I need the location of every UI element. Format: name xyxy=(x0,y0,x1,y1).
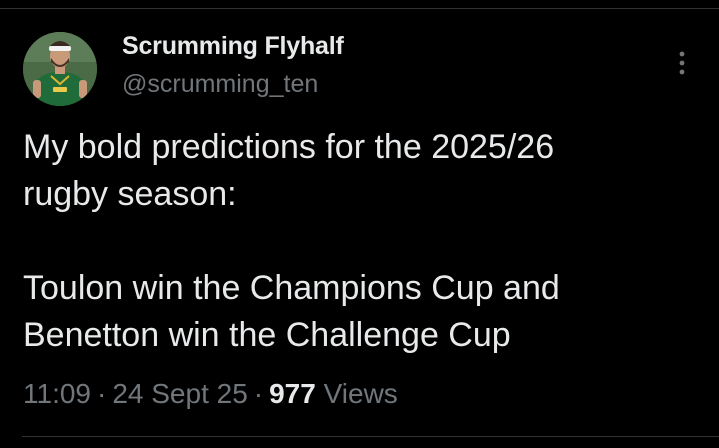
views-count[interactable]: 977 xyxy=(269,378,316,409)
tweet-line: Toulon win the Champions Cup and xyxy=(23,269,560,307)
tweet-line: My bold predictions for the 2025/26 xyxy=(23,128,555,166)
tweet-text: My bold predictions for the 2025/26 rugb… xyxy=(23,124,693,359)
author-handle[interactable]: @scrumming_ten xyxy=(122,70,318,99)
tweet-time[interactable]: 11:09 xyxy=(23,378,91,409)
meta-separator: · xyxy=(253,378,264,409)
avatar-image xyxy=(23,32,97,106)
author-display-name[interactable]: Scrumming Flyhalf xyxy=(122,32,344,61)
top-divider xyxy=(0,8,719,9)
avatar[interactable] xyxy=(23,32,97,106)
views-label[interactable]: Views xyxy=(324,378,398,409)
meta-separator: · xyxy=(97,378,107,409)
more-vertical-icon[interactable] xyxy=(671,48,693,78)
tweet-line: rugby season: xyxy=(23,175,237,213)
tweet-date[interactable]: 24 Sept 25 xyxy=(112,378,247,409)
tweet-line: Benetton win the Challenge Cup xyxy=(23,316,511,354)
tweet-meta: 11:09 · 24 Sept 25 · 977 Views xyxy=(23,378,398,410)
bottom-divider xyxy=(22,436,719,437)
